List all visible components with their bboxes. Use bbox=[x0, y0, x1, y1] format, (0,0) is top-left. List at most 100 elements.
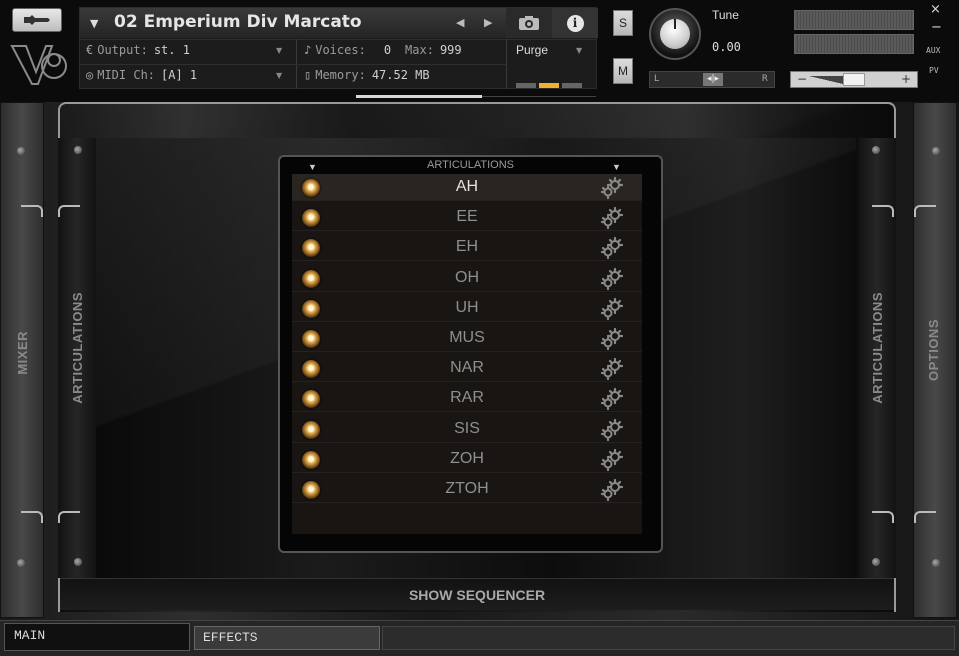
articulation-led-icon[interactable] bbox=[302, 209, 320, 228]
articulation-row[interactable]: EE bbox=[292, 204, 642, 232]
aux-button[interactable]: AUX bbox=[926, 46, 940, 55]
tune-knob[interactable] bbox=[649, 8, 701, 60]
articulation-settings-gear-icon[interactable] bbox=[598, 267, 626, 291]
solo-button[interactable]: S bbox=[613, 10, 633, 36]
info-icon: i bbox=[566, 14, 584, 32]
voices-display: ♪ Voices: 0 Max: 999 bbox=[304, 38, 462, 62]
articulation-led-icon[interactable] bbox=[302, 299, 320, 318]
wrench-button[interactable] bbox=[12, 8, 62, 32]
instrument-body: MIXER OPTIONS ARTICULATIONS ARTICULATION… bbox=[0, 102, 959, 620]
next-instrument-button[interactable]: ▶ bbox=[484, 16, 492, 29]
articulation-name: EE bbox=[456, 208, 478, 226]
options-label: OPTIONS bbox=[926, 319, 941, 382]
articulation-settings-gear-icon[interactable] bbox=[598, 387, 626, 411]
memory-icon: ▯ bbox=[304, 68, 312, 82]
articulation-led-icon[interactable] bbox=[302, 450, 320, 469]
articulation-row[interactable]: MUS bbox=[292, 325, 642, 352]
articulation-led-icon[interactable] bbox=[302, 269, 320, 288]
articulation-name: ZOH bbox=[450, 449, 484, 467]
info-button[interactable]: i bbox=[552, 8, 598, 38]
purge-menu[interactable]: Purge bbox=[516, 38, 548, 62]
articulation-led-icon[interactable] bbox=[302, 420, 320, 439]
output-label: Output: bbox=[97, 43, 148, 57]
previous-instrument-button[interactable]: ◀ bbox=[456, 16, 464, 29]
max-voices-label: Max: bbox=[405, 43, 434, 57]
articulation-row[interactable]: RAR bbox=[292, 385, 642, 413]
volume-minus-icon: − bbox=[797, 72, 808, 86]
mixer-tab[interactable]: MIXER bbox=[0, 102, 44, 618]
articulation-settings-gear-icon[interactable] bbox=[598, 297, 626, 321]
articulation-name: RAR bbox=[450, 389, 484, 407]
snapshot-button[interactable] bbox=[506, 8, 552, 38]
tab-effects[interactable]: EFFECTS bbox=[194, 626, 380, 650]
articulation-row[interactable]: ZTOH bbox=[292, 476, 642, 503]
left-articulations-tab[interactable]: ARTICULATIONS bbox=[58, 138, 96, 578]
midi-channel-selector[interactable]: ◎ MIDI Ch: [A] 1 bbox=[86, 63, 197, 87]
rack-scroll-thumb[interactable] bbox=[356, 95, 482, 98]
articulation-led-icon[interactable] bbox=[302, 481, 320, 499]
instrument-menu-arrow-icon[interactable]: ▼ bbox=[90, 17, 98, 30]
articulation-settings-gear-icon[interactable] bbox=[598, 327, 626, 351]
right-articulations-tab[interactable]: ARTICULATIONS bbox=[858, 138, 896, 578]
show-sequencer-button[interactable]: SHOW SEQUENCER bbox=[60, 578, 894, 610]
articulations-title: ARTICULATIONS bbox=[427, 159, 514, 171]
output-dropdown-icon[interactable]: ▼ bbox=[276, 46, 282, 55]
articulations-list: AH EE EH OH UH MUS NAR RAR SIS ZOH ZTOH bbox=[292, 174, 642, 534]
pan-thumb[interactable]: ◂|▸ bbox=[703, 73, 723, 86]
articulation-settings-gear-icon[interactable] bbox=[598, 418, 626, 442]
volume-thumb[interactable] bbox=[843, 73, 865, 86]
midi-dropdown-icon[interactable]: ▼ bbox=[276, 71, 282, 80]
pan-slider[interactable]: L ◂|▸ R bbox=[649, 71, 775, 88]
articulation-settings-gear-icon[interactable] bbox=[598, 478, 626, 502]
articulation-row[interactable]: AH bbox=[292, 174, 642, 201]
articulation-row[interactable]: SIS bbox=[292, 416, 642, 443]
vsl-logo-icon bbox=[10, 45, 67, 85]
pv-button[interactable]: PV bbox=[929, 66, 939, 75]
articulation-row[interactable]: EH bbox=[292, 234, 642, 262]
pan-left-label: L bbox=[654, 74, 660, 84]
memory-label: Memory: bbox=[315, 68, 366, 82]
articulation-name: EH bbox=[455, 238, 479, 256]
articulation-led-icon[interactable] bbox=[302, 239, 320, 258]
articulation-led-icon[interactable] bbox=[302, 330, 320, 348]
close-icon[interactable]: × bbox=[930, 2, 941, 17]
articulation-row[interactable]: OH bbox=[292, 265, 642, 292]
articulation-row[interactable]: NAR bbox=[292, 355, 642, 383]
articulation-row[interactable]: UH bbox=[292, 295, 642, 322]
instrument-title[interactable]: 02 Emperium Div Marcato bbox=[114, 12, 362, 32]
mute-button[interactable]: M bbox=[613, 58, 633, 84]
options-tab[interactable]: OPTIONS bbox=[913, 102, 957, 618]
max-voices-value[interactable]: 999 bbox=[440, 43, 462, 57]
articulation-name: AH bbox=[455, 178, 479, 195]
right-articulations-label: ARTICULATIONS bbox=[870, 292, 885, 404]
articulation-settings-gear-icon[interactable] bbox=[598, 206, 626, 230]
purge-dropdown-icon[interactable]: ▼ bbox=[576, 46, 582, 55]
volume-slider[interactable]: − + bbox=[790, 71, 918, 88]
articulation-led-icon[interactable] bbox=[302, 360, 320, 379]
articulation-name: OH bbox=[455, 268, 479, 286]
articulations-right-arrow-icon[interactable]: ▼ bbox=[612, 159, 621, 175]
level-meter-right bbox=[794, 34, 914, 54]
purge-label: Purge bbox=[516, 43, 549, 57]
articulation-name: ZTOH bbox=[445, 480, 489, 497]
output-value: st. 1 bbox=[153, 43, 190, 57]
output-selector[interactable]: € Output: st. 1 bbox=[86, 38, 190, 62]
articulation-led-icon[interactable] bbox=[302, 179, 320, 197]
articulation-settings-gear-icon[interactable] bbox=[598, 357, 626, 381]
articulation-settings-gear-icon[interactable] bbox=[598, 176, 626, 200]
articulation-settings-gear-icon[interactable] bbox=[598, 236, 626, 260]
midi-icon: ◎ bbox=[86, 68, 94, 82]
articulations-left-arrow-icon[interactable]: ▼ bbox=[308, 159, 317, 175]
instrument-title-row: ▼ 02 Emperium Div Marcato ◀ ▶ bbox=[80, 8, 506, 38]
instrument-header-panel: ▼ 02 Emperium Div Marcato ◀ ▶ i € Output… bbox=[79, 7, 598, 89]
tab-main[interactable]: MAIN bbox=[4, 623, 190, 651]
kontakt-header: ▼ 02 Emperium Div Marcato ◀ ▶ i € Output… bbox=[0, 0, 959, 102]
articulation-led-icon[interactable] bbox=[302, 390, 320, 409]
tune-label: Tune bbox=[712, 8, 739, 22]
voices-value: 0 bbox=[383, 43, 392, 57]
minimize-icon[interactable]: − bbox=[931, 20, 942, 35]
articulation-name: UH bbox=[455, 298, 479, 316]
voices-label: Voices: bbox=[315, 43, 366, 57]
articulation-row[interactable]: ZOH bbox=[292, 446, 642, 473]
articulation-settings-gear-icon[interactable] bbox=[598, 448, 626, 472]
